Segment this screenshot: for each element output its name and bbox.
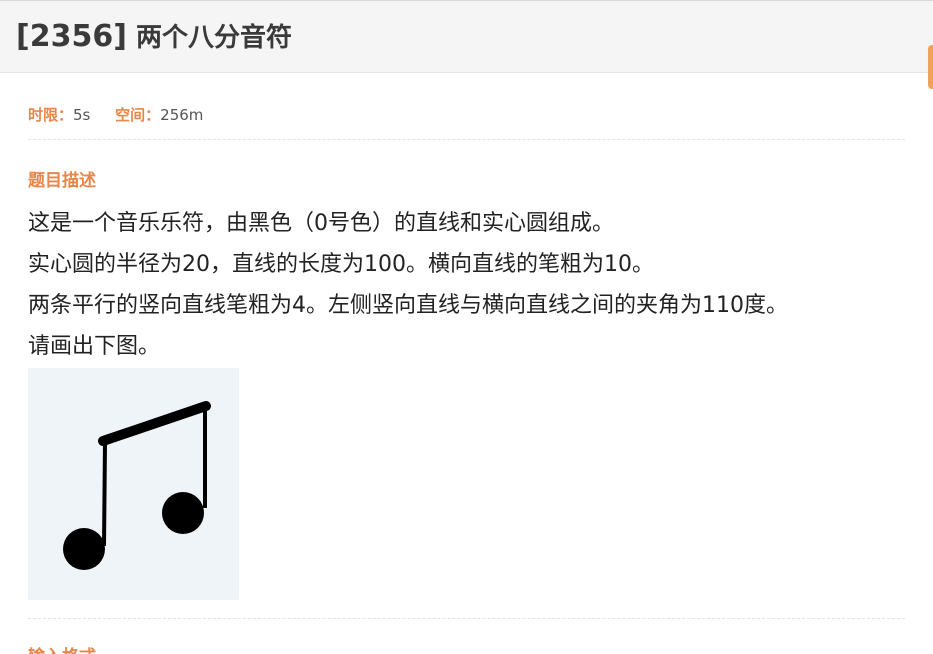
eighth-notes-icon <box>63 401 211 570</box>
limits-bar: 时限：5s 空间：256m <box>28 104 223 125</box>
input-format-heading: 输入格式 <box>28 642 96 654</box>
memory-limit-value: 256m <box>160 106 204 124</box>
divider <box>28 618 905 619</box>
description-line: 实心圆的半径为20，直线的长度为100。横向直线的笔粗为10。 <box>28 252 654 277</box>
description-heading: 题目描述 <box>28 171 96 191</box>
problem-id: [2356] <box>16 19 127 54</box>
problem-name: 两个八分音符 <box>135 23 292 53</box>
time-limit-label: 时限： <box>28 106 74 124</box>
problem-title: [2356] 两个八分音符 <box>16 17 292 54</box>
music-note-figure <box>28 368 239 600</box>
description-line: 两条平行的竖向直线笔粗为4。左侧竖向直线与横向直线之间的夹角为110度。 <box>28 293 788 318</box>
problem-page: [2356] 两个八分音符 时限：5s 空间：256m 题目描述 这是一个音乐乐… <box>0 0 933 654</box>
time-limit-value: 5s <box>73 106 91 124</box>
beam-line <box>98 401 211 446</box>
description-line: 这是一个音乐乐符，由黑色（0号色）的直线和实心圆组成。 <box>28 211 614 236</box>
left-notehead <box>63 528 105 570</box>
divider <box>28 139 905 140</box>
description-line: 请画出下图。 <box>28 334 161 359</box>
left-stem <box>102 442 107 547</box>
problem-header: [2356] 两个八分音符 <box>0 0 933 89</box>
description-body: 这是一个音乐乐符，由黑色（0号色）的直线和实心圆组成。 实心圆的半径为20，直线… <box>28 203 788 367</box>
side-tab[interactable] <box>928 45 933 89</box>
memory-limit-label: 空间： <box>115 106 161 124</box>
right-notehead <box>162 492 204 534</box>
